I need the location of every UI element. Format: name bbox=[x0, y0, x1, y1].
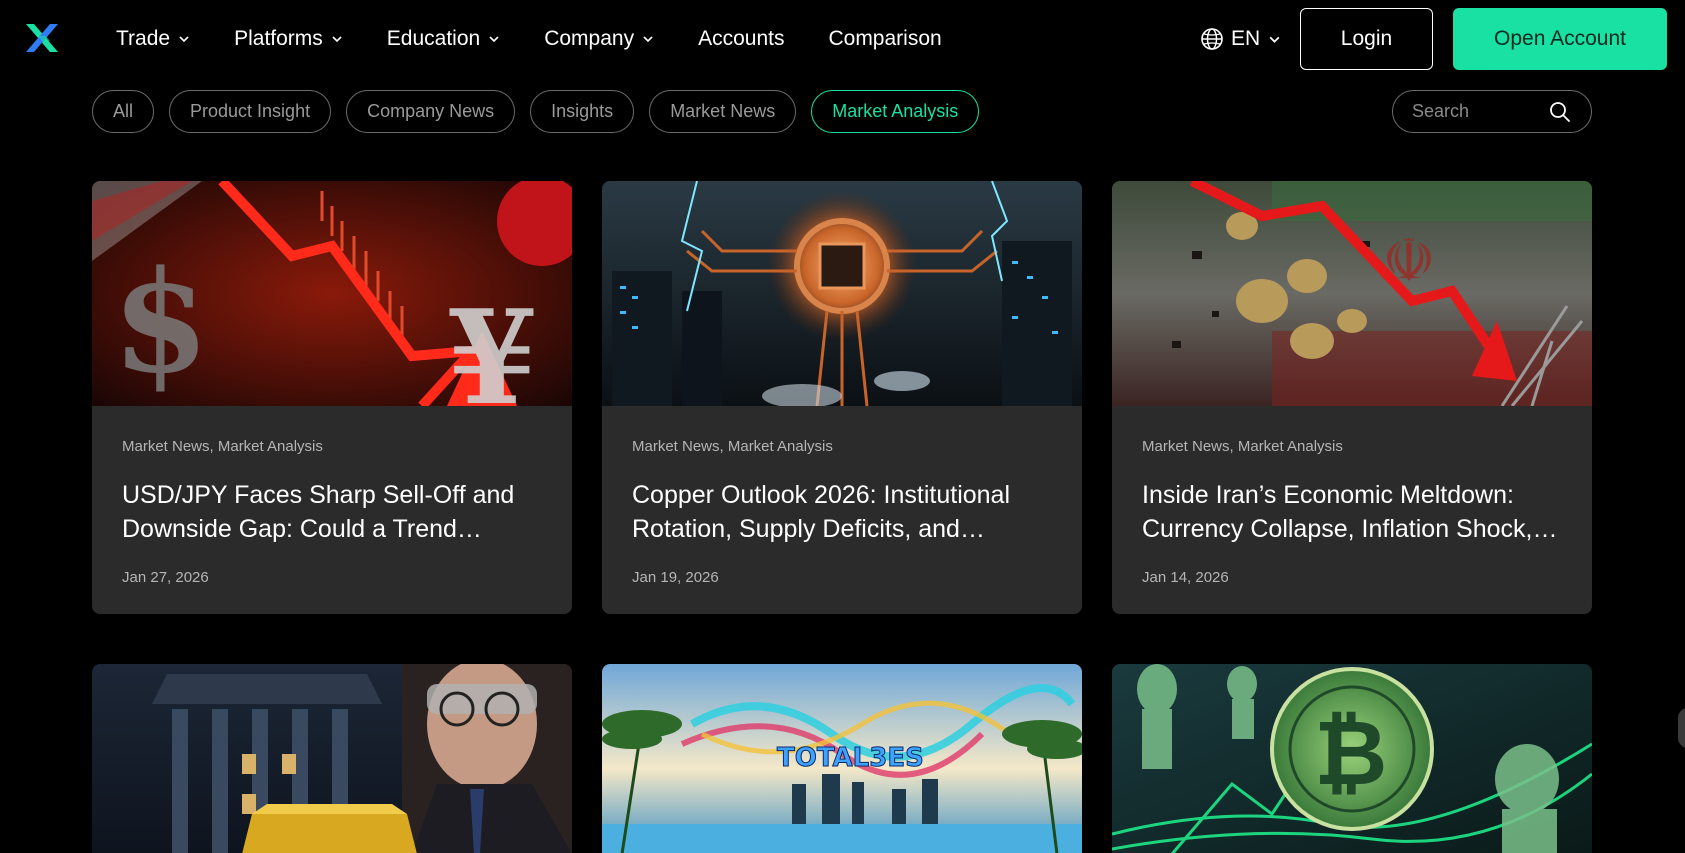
globe-icon bbox=[1201, 28, 1223, 50]
article-thumbnail-usdjpy: $ ¥ bbox=[92, 181, 572, 406]
chevron-down-icon bbox=[643, 36, 653, 43]
article-card[interactable]: Market News, Market Analysis Copper Outl… bbox=[602, 181, 1082, 614]
article-thumbnail-iran: ☫ bbox=[1112, 181, 1592, 406]
nav-company[interactable]: Company bbox=[544, 27, 654, 51]
article-date: Jan 14, 2026 bbox=[1142, 569, 1229, 586]
filter-all[interactable]: All bbox=[92, 90, 155, 133]
search-icon[interactable] bbox=[1549, 101, 1571, 123]
article-date: Jan 27, 2026 bbox=[122, 569, 209, 586]
article-thumbnail-fed-gold bbox=[92, 664, 572, 853]
article-title[interactable]: Copper Outlook 2026: Institutional Rotat… bbox=[632, 478, 1062, 546]
article-card[interactable]: TOTAL3ES bbox=[602, 664, 1082, 853]
article-title[interactable]: Inside Iran’s Economic Meltdown: Currenc… bbox=[1142, 478, 1572, 546]
nav-platforms-label: Platforms bbox=[234, 27, 323, 50]
category-filters: All Product Insight Company News Insight… bbox=[92, 90, 994, 134]
svg-text:$: $ bbox=[112, 241, 209, 405]
nav-links: Trade Platforms Education Company Accoun… bbox=[116, 0, 986, 78]
filter-market-news[interactable]: Market News bbox=[649, 90, 797, 133]
nav-company-label: Company bbox=[544, 27, 635, 50]
filter-market-analysis[interactable]: Market Analysis bbox=[811, 90, 980, 133]
article-categories: Market News, Market Analysis bbox=[1142, 438, 1343, 455]
chevron-down-icon bbox=[179, 36, 189, 43]
top-navigation: Trade Platforms Education Company Accoun… bbox=[0, 0, 1685, 78]
search-box bbox=[1392, 90, 1592, 133]
chevron-down-icon bbox=[332, 36, 342, 43]
filter-product-insight[interactable]: Product Insight bbox=[169, 90, 332, 133]
article-card[interactable]: ☫ Market News, Market Analysis Inside Ir… bbox=[1112, 181, 1592, 614]
thumbnail-overlay-text: TOTAL3ES bbox=[777, 743, 924, 773]
article-card[interactable]: $ ¥ Market News, Market Analysis USD/JPY… bbox=[92, 181, 572, 614]
nav-education-label: Education bbox=[386, 27, 481, 50]
nav-accounts-label: Accounts bbox=[698, 27, 785, 50]
x-logo-icon[interactable] bbox=[24, 22, 60, 54]
article-thumbnail-copper bbox=[602, 181, 1082, 406]
nav-comparison-label: Comparison bbox=[828, 27, 942, 50]
article-thumbnail-total3es: TOTAL3ES bbox=[602, 664, 1082, 853]
nav-comparison[interactable]: Comparison bbox=[828, 27, 941, 51]
filter-insights[interactable]: Insights bbox=[530, 90, 635, 133]
nav-education[interactable]: Education bbox=[387, 27, 500, 51]
language-label: EN bbox=[1231, 27, 1261, 50]
article-card[interactable]: ₿ bbox=[1112, 664, 1592, 853]
chevron-down-icon bbox=[489, 36, 499, 43]
filter-company-news[interactable]: Company News bbox=[346, 90, 516, 133]
article-categories: Market News, Market Analysis bbox=[632, 438, 833, 455]
article-title[interactable]: USD/JPY Faces Sharp Sell-Off and Downsid… bbox=[122, 478, 552, 546]
article-thumbnail-bitcoin: ₿ bbox=[1112, 664, 1592, 853]
open-account-button[interactable]: Open Account bbox=[1453, 8, 1667, 70]
svg-text:☫: ☫ bbox=[1382, 226, 1436, 296]
article-date: Jan 19, 2026 bbox=[632, 569, 719, 586]
nav-accounts[interactable]: Accounts bbox=[698, 27, 784, 51]
scroll-to-top-handle[interactable] bbox=[1678, 708, 1685, 748]
svg-text:¥: ¥ bbox=[447, 281, 537, 406]
login-button[interactable]: Login bbox=[1300, 8, 1433, 70]
chevron-down-icon bbox=[1269, 36, 1280, 43]
svg-text:₿: ₿ bbox=[1314, 701, 1387, 806]
language-selector[interactable]: EN bbox=[1200, 24, 1281, 54]
article-card[interactable] bbox=[92, 664, 572, 853]
article-categories: Market News, Market Analysis bbox=[122, 438, 323, 455]
search-input[interactable] bbox=[1412, 101, 1542, 122]
nav-platforms[interactable]: Platforms bbox=[234, 27, 343, 51]
nav-trade[interactable]: Trade bbox=[116, 27, 190, 51]
nav-trade-label: Trade bbox=[116, 27, 171, 50]
